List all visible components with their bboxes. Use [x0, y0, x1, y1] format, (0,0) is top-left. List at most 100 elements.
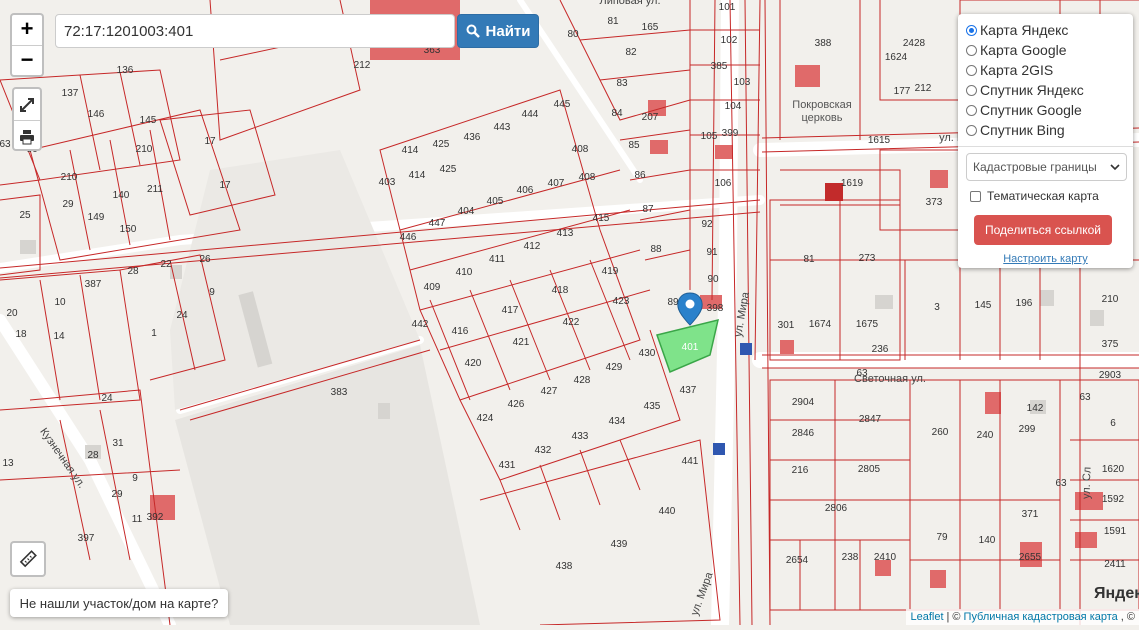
parcel-number: 2846	[792, 428, 815, 439]
parcel-number: 403	[379, 177, 396, 188]
parcel-number: 28	[127, 266, 139, 277]
layer-option[interactable]: Спутник Google	[966, 100, 1125, 120]
parcel-number: 26	[199, 254, 211, 265]
parcel-number: 421	[513, 337, 530, 348]
parcel-number: 434	[609, 416, 626, 427]
parcel-number: 387	[85, 279, 102, 290]
parcel-number: 1620	[1102, 464, 1125, 475]
parcel-number: 13	[2, 458, 14, 469]
parcel-number: 414	[409, 170, 426, 181]
parcel-number: 398	[707, 303, 724, 314]
layer-select[interactable]: Кадастровые границы	[966, 153, 1127, 181]
parcel-number: 447	[429, 218, 446, 229]
fullscreen-button[interactable]	[14, 89, 40, 121]
search-input[interactable]	[55, 14, 455, 48]
parcel-number: 2411	[1104, 559, 1126, 570]
layer-option-label: Спутник Яндекс	[980, 82, 1084, 98]
share-link-button[interactable]: Поделиться ссылкой	[974, 215, 1112, 245]
radio-button[interactable]	[966, 124, 977, 136]
layer-option[interactable]: Спутник Bing	[966, 120, 1125, 140]
parcel-number: 81	[607, 16, 619, 27]
parcel-number: 102	[721, 35, 738, 46]
leaflet-link[interactable]: Leaflet	[910, 611, 943, 623]
parcel-number: 443	[494, 122, 511, 133]
parcel-number: 104	[725, 101, 742, 112]
search-button-label: Найти	[485, 22, 531, 40]
configure-map-link[interactable]: Настроить карту	[966, 253, 1125, 265]
parcel-number: 418	[552, 285, 569, 296]
parcel-number: 438	[556, 561, 573, 572]
parcel-number: 17	[219, 180, 231, 191]
parcel-number: 177	[894, 86, 911, 97]
thematic-map-toggle[interactable]: Тематическая карта	[966, 189, 1125, 203]
parcel-number: 375	[1102, 339, 1119, 350]
parcel-number: 142	[1027, 403, 1044, 414]
parcel-number: 86	[634, 170, 646, 181]
parcel-number: 1624	[885, 52, 908, 63]
parcel-number: 371	[1022, 509, 1039, 520]
parcel-number: 428	[574, 375, 591, 386]
pkk-link[interactable]: Публичная кадастровая карта	[964, 611, 1118, 623]
parcel-number: 149	[88, 212, 105, 223]
parcel-number: 1674	[809, 319, 832, 330]
parcel-number: 385	[711, 61, 728, 72]
search-button[interactable]: Найти	[457, 14, 539, 48]
parcel-number: 2410	[874, 552, 897, 563]
street-label: Светочная ул.	[854, 373, 926, 385]
parcel-number: 136	[117, 65, 134, 76]
parcel-number: 29	[111, 489, 123, 500]
parcel-number: 425	[440, 164, 457, 175]
parcel-number: 2805	[858, 464, 881, 475]
parcel-number: 11	[132, 514, 143, 525]
selected-parcel-number: 401	[682, 342, 699, 353]
parcel-number: 435	[644, 401, 661, 412]
layer-option[interactable]: Спутник Яндекс	[966, 80, 1125, 100]
parcel-number: 145	[140, 115, 157, 126]
parcel-number: 383	[331, 387, 348, 398]
print-button[interactable]	[14, 121, 40, 152]
parcel-number: 146	[88, 109, 105, 120]
parcel-number: 105	[701, 131, 718, 142]
parcel-number: 397	[78, 533, 95, 544]
parcel-number: 437	[680, 385, 697, 396]
attribution-tail: , ©	[1120, 611, 1135, 623]
layer-option-label: Спутник Google	[980, 102, 1082, 118]
thematic-label: Тематическая карта	[987, 189, 1099, 203]
parcel-number: 63	[0, 139, 11, 150]
parcel-number: 210	[61, 172, 78, 183]
parcel-number: 1591	[1104, 526, 1127, 537]
zoom-out-button[interactable]: −	[12, 46, 42, 76]
layer-option-label: Карта 2GIS	[980, 62, 1054, 78]
parcel-number: 91	[706, 247, 718, 258]
parcel-number: 211	[147, 184, 163, 195]
parcel-number: 81	[803, 254, 815, 265]
zoom-in-button[interactable]: +	[12, 15, 42, 46]
layer-option[interactable]: Карта Яндекс	[966, 20, 1125, 40]
radio-button[interactable]	[966, 64, 977, 76]
layer-option[interactable]: Карта Google	[966, 40, 1125, 60]
radio-button[interactable]	[966, 104, 977, 116]
parcel-number: 6	[1110, 418, 1116, 429]
parcel-number: 1615	[868, 135, 891, 146]
parcel-number: 216	[792, 465, 809, 476]
parcel-number: 440	[659, 506, 676, 517]
parcel-number: 88	[650, 244, 662, 255]
layer-option[interactable]: Карта 2GIS	[966, 60, 1125, 80]
radio-button[interactable]	[966, 44, 977, 56]
parcel-number: 212	[915, 83, 932, 94]
ruler-icon	[19, 550, 37, 568]
radio-button[interactable]	[966, 24, 977, 36]
thematic-checkbox[interactable]	[970, 190, 981, 202]
parcel-number: 436	[464, 132, 481, 143]
parcel-number: 2654	[786, 555, 809, 566]
zoom-control: + −	[10, 13, 44, 77]
parcel-number: 2903	[1099, 370, 1122, 381]
parcel-number: 140	[113, 190, 130, 201]
not-found-button[interactable]: Не нашли участок/дом на карте?	[10, 589, 228, 617]
parcel-number: 260	[932, 427, 949, 438]
radio-button[interactable]	[966, 84, 977, 96]
parcel-number: 441	[682, 456, 699, 467]
measure-button[interactable]	[10, 541, 46, 577]
parcel-number: 137	[62, 88, 79, 99]
parcel-number: 9	[132, 473, 138, 484]
